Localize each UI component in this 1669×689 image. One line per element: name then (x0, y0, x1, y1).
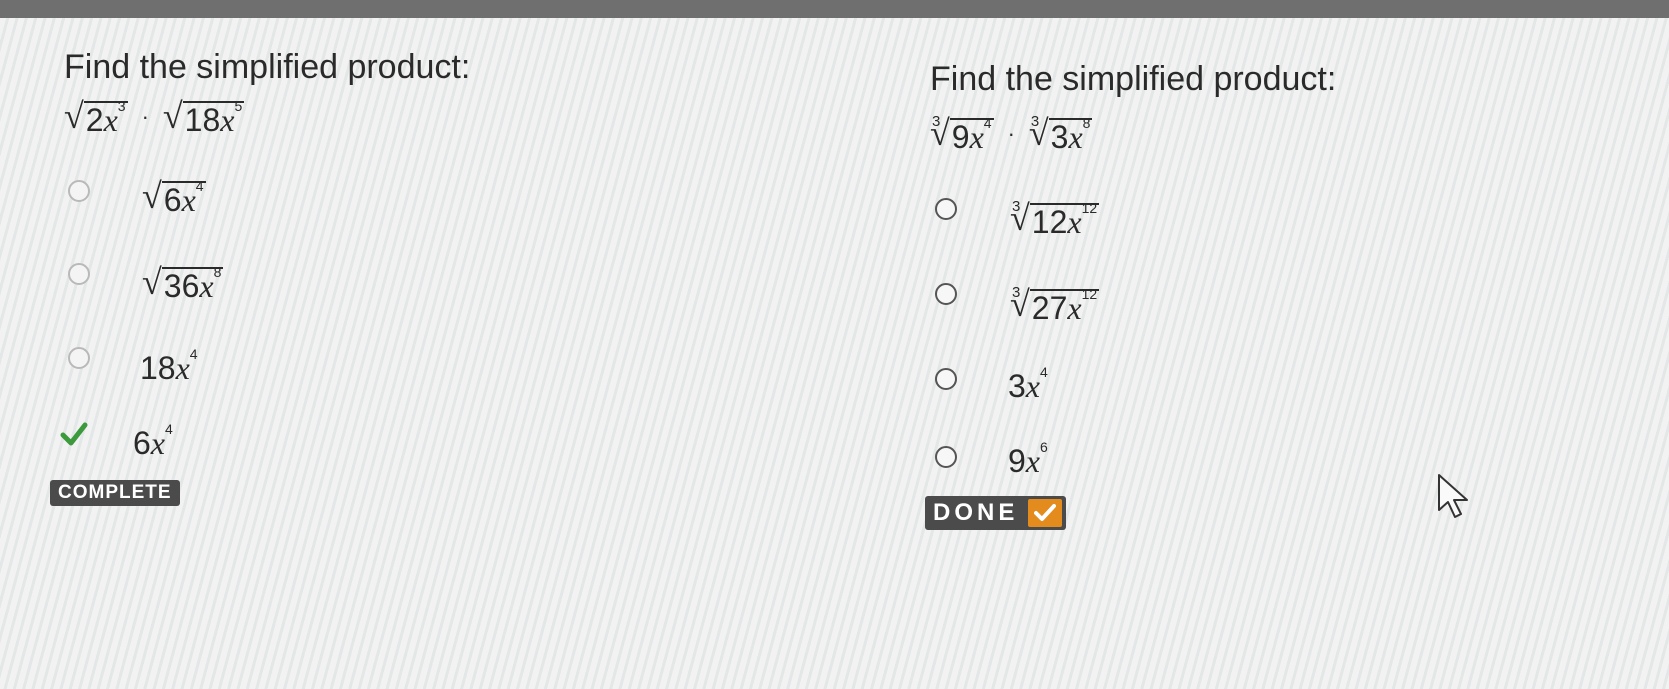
done-label: DONE (933, 499, 1019, 526)
left-option-2-label[interactable]: √ 36x8 (142, 264, 224, 304)
left-expr-radical-a: √ 2x3 (64, 96, 128, 138)
left-option-3-label[interactable]: 18x4 (140, 347, 198, 387)
right-option-4-radio[interactable] (935, 446, 957, 468)
done-check-icon (1028, 499, 1063, 527)
right-option-1-radio[interactable] (935, 198, 957, 220)
right-expr-radical-a: 3 √ 9x4 (930, 113, 994, 155)
right-option-2-label[interactable]: 3 √ 27x12 (1010, 284, 1100, 326)
right-option-4-label[interactable]: 9x6 (1008, 440, 1048, 480)
right-option-3-radio[interactable] (935, 368, 957, 390)
left-option-2-radio[interactable] (68, 263, 90, 285)
multiply-dot: · (141, 104, 149, 129)
left-question-expression: √ 2x3 · √ 18x5 (64, 96, 245, 138)
right-option-3-label[interactable]: 3x4 (1008, 365, 1048, 405)
left-option-1-radio[interactable] (68, 180, 90, 202)
correct-check-icon (60, 420, 88, 448)
right-question-expression: 3 √ 9x4 · 3 √ 3x8 (930, 113, 1093, 155)
right-question-title: Find the simplified product: (930, 60, 1337, 98)
left-option-4-label: 6x4 (133, 421, 173, 461)
left-option-1-label[interactable]: √ 6x4 (142, 178, 206, 218)
right-option-1-label[interactable]: 3 √ 12x12 (1010, 198, 1100, 240)
left-option-3-radio[interactable] (68, 347, 90, 369)
right-expr-radical-b: 3 √ 3x8 (1028, 113, 1093, 155)
left-expr-radical-b: √ 18x5 (162, 96, 245, 138)
top-bar (0, 0, 1669, 18)
done-button[interactable]: DONE (925, 496, 1067, 530)
multiply-dot: · (1007, 121, 1015, 146)
complete-badge: COMPLETE (50, 480, 180, 506)
right-option-2-radio[interactable] (935, 283, 957, 305)
left-question-title: Find the simplified product: (64, 48, 471, 86)
background (0, 18, 1669, 689)
mouse-cursor-icon (1435, 472, 1475, 525)
